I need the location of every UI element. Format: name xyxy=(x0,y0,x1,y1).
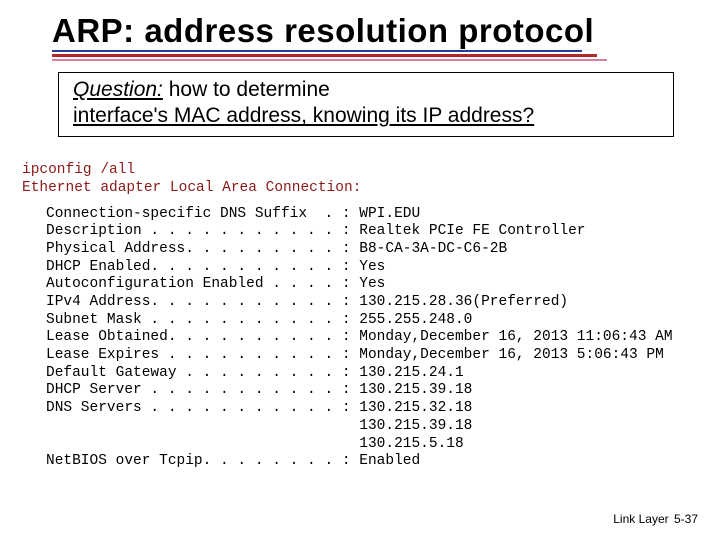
footer-page: 5-37 xyxy=(674,512,698,526)
slide: ARP: address resolution protocol Questio… xyxy=(0,0,720,540)
row-value: 130.215.24.1 xyxy=(359,365,463,381)
row-label: Connection-specific DNS Suffix . xyxy=(46,206,333,222)
row-label: Description . . . . . . . . . . . xyxy=(46,223,333,239)
row-value: Monday,December 16, 2013 5:06:43 PM xyxy=(359,347,664,363)
dns-extra: 130.215.5.18 xyxy=(359,436,463,452)
row-value: Enabled xyxy=(359,453,420,469)
slide-title: ARP: address resolution protocol xyxy=(52,12,702,50)
dns-extra: 130.215.39.18 xyxy=(359,418,472,434)
row-label: Default Gateway . . . . . . . . . xyxy=(46,365,333,381)
row-value: B8-CA-3A-DC-C6-2B xyxy=(359,241,507,257)
footer-section: Link Layer xyxy=(613,512,668,526)
question-text-2: interface's MAC address, knowing its IP … xyxy=(73,104,534,127)
question-text-1: how to determine xyxy=(163,78,330,101)
row-label: Lease Obtained. . . . . . . . . . xyxy=(46,329,333,345)
slide-footer: Link Layer 5-37 xyxy=(613,512,698,526)
row-label: Subnet Mask . . . . . . . . . . . xyxy=(46,312,333,328)
row-label: DNS Servers . . . . . . . . . . . xyxy=(46,400,333,416)
rule-red xyxy=(52,54,597,57)
rule-blue xyxy=(52,50,582,52)
row-value: 255.255.248.0 xyxy=(359,312,472,328)
terminal-body: Connection-specific DNS Suffix . : WPI.E… xyxy=(46,206,702,471)
row-value: WPI.EDU xyxy=(359,206,420,222)
terminal-output: ipconfig /all Ethernet adapter Local Are… xyxy=(22,145,702,507)
row-value: Yes xyxy=(359,259,385,275)
title-underline xyxy=(52,50,702,64)
row-value: Yes xyxy=(359,276,385,292)
question-box: Question: how to determine interface's M… xyxy=(58,72,674,137)
row-label: Lease Expires . . . . . . . . . . xyxy=(46,347,333,363)
row-value: Realtek PCIe FE Controller xyxy=(359,223,585,239)
row-label: DHCP Server . . . . . . . . . . . xyxy=(46,382,333,398)
row-value: 130.215.39.18 xyxy=(359,382,472,398)
row-label: Physical Address. . . . . . . . . xyxy=(46,241,333,257)
row-label: DHCP Enabled. . . . . . . . . . . xyxy=(46,259,333,275)
question-label: Question: xyxy=(73,78,163,101)
row-label: IPv4 Address. . . . . . . . . . . xyxy=(46,294,333,310)
row-value: Monday,December 16, 2013 11:06:43 AM xyxy=(359,329,672,345)
ipconfig-command: ipconfig /all xyxy=(22,162,135,178)
row-value: 130.215.32.18 xyxy=(359,400,472,416)
row-label: Autoconfiguration Enabled . . . . xyxy=(46,276,333,292)
adapter-header: Ethernet adapter Local Area Connection: xyxy=(22,180,361,196)
rule-pink xyxy=(52,59,607,61)
row-label: NetBIOS over Tcpip. . . . . . . . xyxy=(46,453,333,469)
row-value: 130.215.28.36(Preferred) xyxy=(359,294,568,310)
